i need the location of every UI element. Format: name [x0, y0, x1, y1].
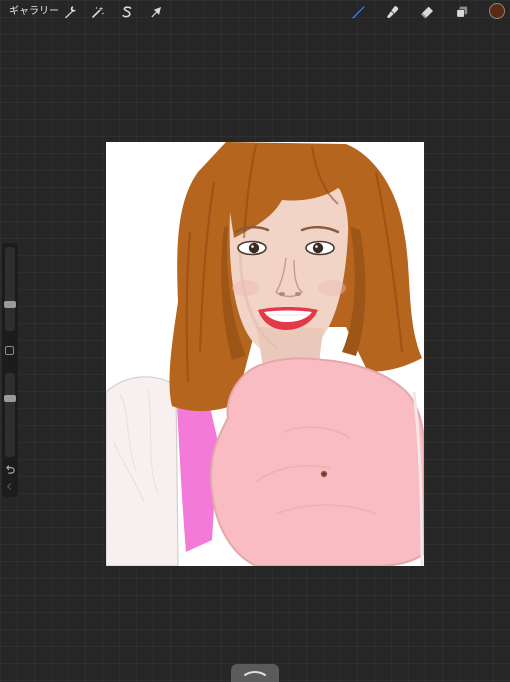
smudge-tool-button[interactable] — [384, 3, 402, 21]
undo-icon — [5, 464, 15, 474]
drawing-canvas[interactable] — [106, 142, 424, 566]
actions-button[interactable] — [61, 3, 79, 21]
layers-button[interactable] — [453, 3, 471, 21]
layers-icon — [456, 6, 468, 18]
selection-button[interactable] — [118, 3, 136, 21]
magic-wand-icon — [92, 6, 104, 18]
brush-size-thumb[interactable] — [4, 301, 16, 308]
brush-opacity-slider[interactable] — [4, 373, 16, 457]
brush-size-slider[interactable] — [4, 247, 16, 331]
gallery-button[interactable]: ギャラリー — [9, 4, 59, 19]
smudge-finger-icon — [387, 6, 399, 19]
brush-tool-button[interactable] — [349, 3, 367, 21]
brush-opacity-thumb[interactable] — [4, 395, 16, 402]
transform-arrow-icon — [151, 7, 161, 18]
adjustments-button[interactable] — [89, 3, 107, 21]
chevron-up-icon — [244, 671, 266, 676]
redo-button[interactable] — [4, 481, 16, 491]
undo-button[interactable] — [4, 463, 16, 475]
redo-icon — [6, 482, 14, 490]
color-swatch-button[interactable] — [489, 3, 505, 19]
brush-icon — [351, 6, 365, 19]
bottom-panel-handle[interactable] — [231, 664, 279, 682]
modify-button[interactable] — [5, 346, 14, 355]
eraser-icon — [421, 6, 433, 19]
portrait-painting — [106, 142, 424, 566]
wrench-icon — [65, 6, 76, 19]
eraser-tool-button[interactable] — [418, 3, 436, 21]
top-toolbar: ギャラリー — [0, 0, 510, 24]
transform-button[interactable] — [147, 3, 165, 21]
selection-s-icon — [122, 6, 132, 18]
brush-sidebar — [2, 243, 18, 497]
